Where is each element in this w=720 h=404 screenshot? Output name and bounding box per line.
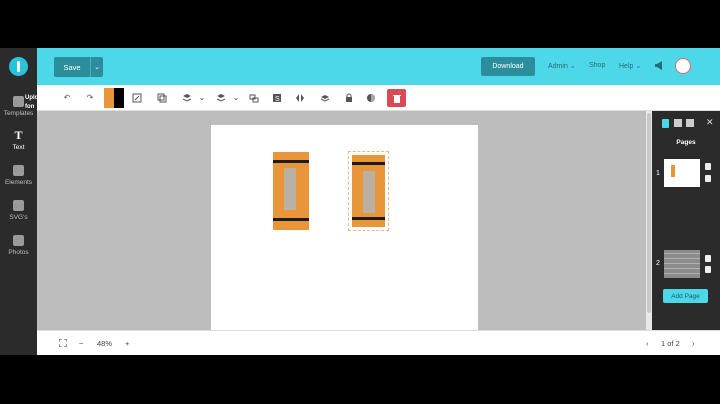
copy-page-icon[interactable]: [705, 255, 711, 262]
add-page-button[interactable]: Add Page: [663, 289, 708, 303]
page-number: 1: [656, 170, 660, 177]
avatar[interactable]: [675, 58, 691, 74]
fullscreen-icon[interactable]: [58, 338, 68, 349]
sidebar-item-label: Text: [12, 144, 25, 151]
page-thumbnail-2[interactable]: [664, 250, 700, 278]
layers-icon[interactable]: [182, 93, 192, 103]
page-number: 2: [656, 260, 660, 267]
sidebar-item-text[interactable]: T Text: [0, 128, 37, 151]
editor-app: Templates Uplo fon T Text Elements SVG's…: [0, 48, 720, 355]
save-button[interactable]: Save: [54, 57, 90, 77]
figure-silhouette: [284, 168, 296, 210]
sidebar-item-photos[interactable]: Photos: [0, 235, 37, 256]
help-menu[interactable]: Help ⌄: [619, 62, 641, 70]
redo-button[interactable]: ↷: [85, 93, 95, 103]
shop-link[interactable]: Shop: [589, 62, 605, 69]
sidebar-item-label: Elements: [4, 179, 33, 186]
zoom-in-button[interactable]: +: [125, 339, 129, 348]
sidebar-item-label: SVG's: [9, 214, 28, 221]
photo-icon: [13, 235, 24, 246]
top-bar: Save ⌄ Download Admin ⌄ Shop Help ⌄: [37, 48, 720, 85]
fill-color-swatch[interactable]: [104, 88, 114, 108]
pages-panel-title: Pages: [676, 139, 696, 146]
design-image-right-selected[interactable]: [348, 151, 389, 231]
stroke-color-swatch[interactable]: [114, 88, 124, 108]
pages-tab-icon[interactable]: [662, 119, 669, 128]
opacity-icon[interactable]: [366, 93, 376, 103]
zoom-out-button[interactable]: −: [79, 339, 83, 348]
text-style-icon[interactable]: S: [272, 93, 282, 103]
resize-icon[interactable]: [132, 93, 142, 103]
page-indicator: 1 of 2: [661, 339, 680, 348]
text-icon: T: [14, 128, 23, 142]
svg-text:S: S: [275, 96, 280, 103]
pages-panel: ✕ Pages 1 2 Add Page: [652, 111, 720, 330]
arrange-icon[interactable]: [216, 93, 226, 103]
design-image-left[interactable]: [273, 152, 309, 230]
figure-silhouette: [363, 171, 375, 213]
prev-page-button[interactable]: ‹: [646, 339, 649, 348]
elements-icon: [13, 165, 24, 176]
save-dropdown-button[interactable]: ⌄: [90, 57, 103, 77]
next-page-button[interactable]: ›: [692, 339, 695, 348]
admin-menu[interactable]: Admin ⌄: [548, 62, 576, 70]
design-page[interactable]: [211, 125, 478, 330]
duplicate-icon[interactable]: [157, 93, 167, 103]
lock-icon[interactable]: [344, 93, 354, 103]
megaphone-icon[interactable]: [654, 61, 664, 70]
layer-order-icon[interactable]: [320, 93, 330, 103]
editing-toolbar: ↶ ↷ ⌄ ⌄ S: [37, 85, 720, 111]
canvas-area: [37, 111, 646, 330]
close-icon[interactable]: ✕: [706, 117, 714, 128]
templates-icon: [13, 96, 24, 107]
left-sidebar: Templates Uplo fon T Text Elements SVG's…: [0, 48, 38, 355]
download-button[interactable]: Download: [481, 57, 535, 76]
flip-icon[interactable]: [295, 93, 305, 103]
trash-icon: [392, 94, 401, 103]
undo-button[interactable]: ↶: [62, 93, 72, 103]
layers-tab-icon[interactable]: [674, 119, 682, 127]
delete-page-icon[interactable]: [705, 266, 711, 273]
sidebar-item-svgs[interactable]: SVG's: [0, 200, 37, 221]
group-icon[interactable]: [249, 93, 259, 103]
gear-icon: [13, 200, 24, 211]
copy-page-icon[interactable]: [705, 163, 711, 170]
sidebar-item-elements[interactable]: Elements: [0, 165, 37, 186]
zoom-level: 48%: [97, 339, 113, 348]
bottom-bar: − 48% + ‹ 1 of 2 ›: [37, 330, 720, 355]
chevron-down-icon[interactable]: ⌄: [197, 93, 207, 103]
chevron-down-icon[interactable]: ⌄: [231, 93, 241, 103]
delete-button[interactable]: [387, 89, 406, 107]
sidebar-item-label: Photos: [8, 249, 29, 256]
page-thumbnail-1[interactable]: [664, 159, 700, 187]
app-logo-icon[interactable]: [9, 57, 28, 76]
delete-page-icon[interactable]: [705, 175, 711, 182]
settings-tab-icon[interactable]: [686, 119, 694, 127]
